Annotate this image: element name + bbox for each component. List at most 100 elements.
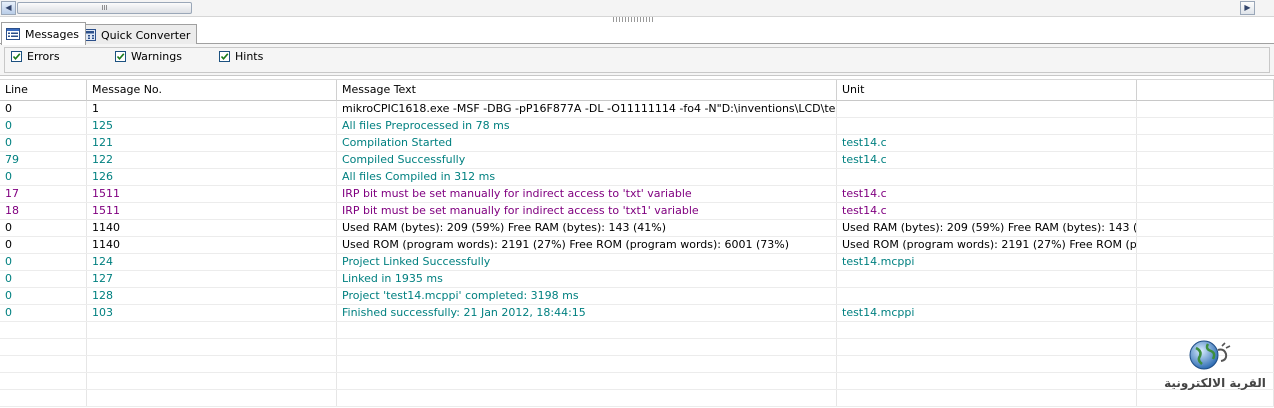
table-row[interactable]: 0 126 All files Compiled in 312 ms	[0, 169, 1274, 186]
message-no-cell: 126	[87, 169, 337, 185]
tab-label: Messages	[25, 27, 79, 41]
message-no-cell	[87, 356, 337, 372]
message-no-cell: 125	[87, 118, 337, 134]
table-row[interactable]: 0 121 Compilation Started test14.c	[0, 135, 1274, 152]
line-cell: 0	[0, 135, 87, 151]
unit-cell: Used RAM (bytes): 209 (59%) Free RAM (by…	[837, 220, 1137, 236]
line-cell: 0	[0, 118, 87, 134]
line-cell: 17	[0, 186, 87, 202]
filler-cell	[1137, 118, 1274, 134]
unit-cell	[837, 356, 1137, 372]
table-row[interactable]: 0 1 mikroCPIC1618.exe -MSF -DBG -pP16F877A…	[0, 101, 1274, 118]
message-text-cell	[337, 356, 837, 372]
filler-cell	[1137, 237, 1274, 253]
message-text-cell: mikroCPIC1618.exe -MSF -DBG -pP16F877A -…	[337, 101, 837, 117]
table-row[interactable]: 0 124 Project Linked Successfully test14.mc…	[0, 254, 1274, 271]
warnings-checkbox[interactable]	[115, 51, 126, 62]
line-cell: 0	[0, 220, 87, 236]
message-no-cell: 1511	[87, 203, 337, 219]
table-row[interactable]: 17 1511 IRP bit must be set manually for i…	[0, 186, 1274, 203]
filler-cell	[1137, 152, 1274, 168]
filter-errors[interactable]: Errors	[11, 50, 60, 63]
line-cell	[0, 339, 87, 355]
column-header-message-no[interactable]: Message No.	[87, 80, 337, 101]
table-row[interactable]: 0 125 All files Preprocessed in 78 ms	[0, 118, 1274, 135]
table-row[interactable]: 0 1140 Used RAM (bytes): 209 (59%) Free RA…	[0, 220, 1274, 237]
filler-cell	[1137, 271, 1274, 287]
unit-cell	[837, 271, 1137, 287]
tab-messages[interactable]: Messages	[1, 22, 86, 45]
watermark-logo: القرية الالكترونية	[1160, 336, 1270, 396]
filter-hints[interactable]: Hints	[219, 50, 263, 63]
message-text-cell: Used RAM (bytes): 209 (59%) Free RAM (by…	[337, 220, 837, 236]
message-text-cell: Finished successfully: 21 Jan 2012, 18:4…	[337, 305, 837, 321]
tab-label: Quick Converter	[101, 28, 191, 42]
filler-cell	[1137, 186, 1274, 202]
checkmark-icon	[220, 53, 229, 61]
message-text-cell	[337, 322, 837, 338]
line-cell: 18	[0, 203, 87, 219]
filter-warnings[interactable]: Warnings	[115, 50, 182, 63]
message-no-cell: 1511	[87, 186, 337, 202]
tab-quick-converter[interactable]: Quick Converter	[77, 24, 198, 45]
line-cell: 0	[0, 288, 87, 304]
filler-cell	[1137, 169, 1274, 185]
message-no-cell: 1140	[87, 237, 337, 253]
unit-cell: test14.c	[837, 135, 1137, 151]
message-text-cell: IRP bit must be set manually for indirec…	[337, 186, 837, 202]
unit-cell	[837, 169, 1137, 185]
unit-cell	[837, 288, 1137, 304]
checkmark-icon	[12, 53, 21, 61]
filler-cell	[1137, 288, 1274, 304]
unit-cell	[837, 390, 1137, 406]
errors-label: Errors	[27, 50, 60, 63]
hints-label: Hints	[235, 50, 264, 63]
message-text-cell: Project 'test14.mcppi' completed: 3198 m…	[337, 288, 837, 304]
message-text-cell: Project Linked Successfully	[337, 254, 837, 270]
filter-group	[4, 47, 1270, 73]
line-cell	[0, 373, 87, 389]
unit-cell	[837, 322, 1137, 338]
message-no-cell: 121	[87, 135, 337, 151]
table-row[interactable]: 79 122 Compiled Successfully test14.c	[0, 152, 1274, 169]
unit-cell: Used ROM (program words): 2191 (27%) Fre…	[837, 237, 1137, 253]
table-row[interactable]: 0 127 Linked in 1935 ms	[0, 271, 1274, 288]
checkmark-icon	[116, 53, 125, 61]
line-cell: 0	[0, 271, 87, 287]
table-row[interactable]: 18 1511 IRP bit must be set manually for i…	[0, 203, 1274, 220]
column-header-line[interactable]: Line	[0, 80, 87, 101]
message-list-icon	[6, 28, 20, 40]
message-no-cell: 103	[87, 305, 337, 321]
message-no-cell	[87, 390, 337, 406]
filler-cell	[1137, 220, 1274, 236]
column-header-message-text[interactable]: Message Text	[337, 80, 837, 101]
unit-cell: test14.c	[837, 186, 1137, 202]
filler-cell	[1137, 254, 1274, 270]
scrollbar-thumb[interactable]: III	[17, 2, 192, 14]
message-text-cell: Compiled Successfully	[337, 152, 837, 168]
message-no-cell: 1	[87, 101, 337, 117]
unit-cell	[837, 373, 1137, 389]
unit-cell: test14.mcppi	[837, 305, 1137, 321]
message-text-cell: IRP bit must be set manually for indirec…	[337, 203, 837, 219]
message-no-cell	[87, 339, 337, 355]
unit-cell	[837, 118, 1137, 134]
filler-cell	[1137, 305, 1274, 321]
message-no-cell: 122	[87, 152, 337, 168]
table-row[interactable]: 0 103 Finished successfully: 21 Jan 2012, …	[0, 305, 1274, 322]
line-cell: 79	[0, 152, 87, 168]
line-cell: 0	[0, 101, 87, 117]
message-text-cell: All files Preprocessed in 78 ms	[337, 118, 837, 134]
scroll-left-arrow-icon[interactable]: ◀	[1, 1, 16, 15]
messages-grid: Line Message No. Message Text Unit 0 1 mik…	[0, 79, 1274, 408]
scroll-right-arrow-icon[interactable]: ▶	[1240, 1, 1255, 15]
table-row[interactable]: 0 1140 Used ROM (program words): 2191 (27%…	[0, 237, 1274, 254]
message-text-cell: All files Compiled in 312 ms	[337, 169, 837, 185]
message-text-cell: Used ROM (program words): 2191 (27%) Fre…	[337, 237, 837, 253]
hints-checkbox[interactable]	[219, 51, 230, 62]
errors-checkbox[interactable]	[11, 51, 22, 62]
unit-cell: test14.c	[837, 152, 1137, 168]
horizontal-scrollbar[interactable]: ◀ III ▶	[0, 0, 1274, 17]
column-header-unit[interactable]: Unit	[837, 80, 1137, 101]
table-row[interactable]: 0 128 Project 'test14.mcppi' completed: 31…	[0, 288, 1274, 305]
